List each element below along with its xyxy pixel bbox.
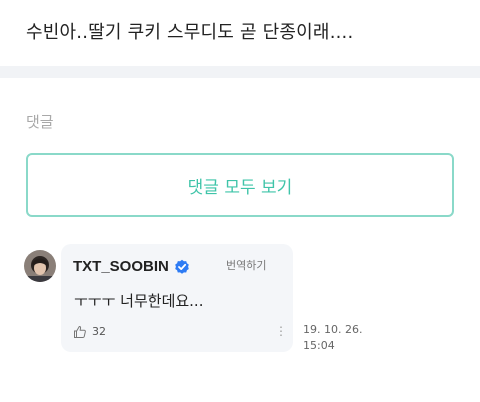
verified-badge-icon bbox=[174, 259, 190, 275]
thumbs-up-icon bbox=[73, 324, 87, 338]
comment-time: 15:04 bbox=[303, 339, 335, 352]
comment-item: TXT_SOOBIN 번역하기 ㅜㅜㅜ 너무한데요... 32 ⋮ 19. 10… bbox=[24, 244, 454, 356]
like-count: 32 bbox=[92, 324, 106, 338]
avatar[interactable] bbox=[24, 250, 56, 282]
comment-username[interactable]: TXT_SOOBIN bbox=[73, 258, 190, 275]
post-text: 수빈아..딸기 쿠키 스무디도 곧 단종이래.... bbox=[26, 22, 354, 43]
like-button[interactable]: 32 bbox=[73, 324, 106, 338]
comment-date: 19. 10. 26. bbox=[303, 323, 363, 336]
comments-heading: 댓글 bbox=[26, 113, 54, 131]
translate-link[interactable]: 번역하기 bbox=[226, 257, 266, 273]
comment-bubble: TXT_SOOBIN 번역하기 ㅜㅜㅜ 너무한데요... 32 ⋮ bbox=[61, 244, 293, 352]
username-label: TXT_SOOBIN bbox=[73, 258, 169, 275]
more-options-icon[interactable]: ⋮ bbox=[275, 324, 287, 338]
section-divider bbox=[0, 66, 480, 78]
comment-timestamp: 19. 10. 26. 15:04 bbox=[303, 322, 362, 354]
view-all-comments-button[interactable]: 댓글 모두 보기 bbox=[26, 153, 454, 217]
comment-text: ㅜㅜㅜ 너무한데요... bbox=[74, 292, 204, 310]
